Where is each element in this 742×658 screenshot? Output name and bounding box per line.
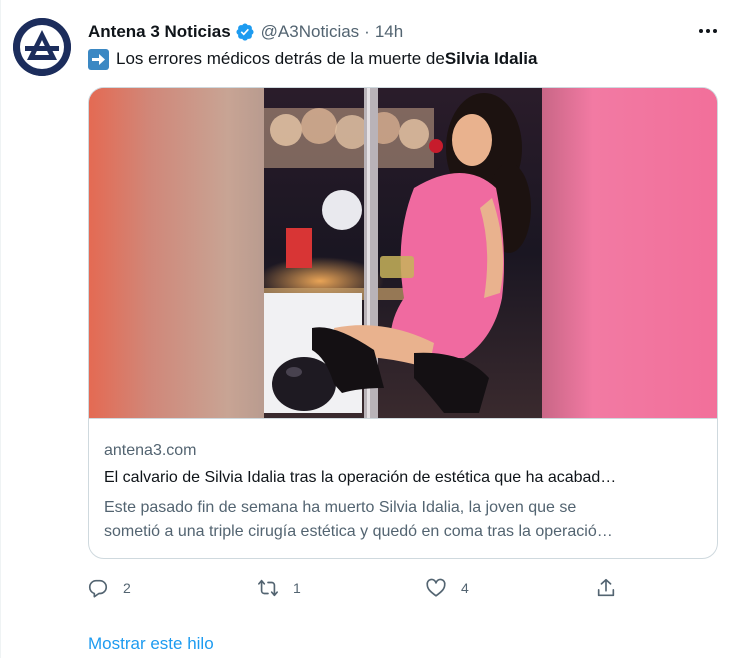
show-thread-link[interactable]: Mostrar este hilo	[88, 634, 214, 654]
card-divider	[89, 418, 717, 419]
tweet-header: Antena 3 Noticias @A3Noticias · 14h	[88, 20, 403, 44]
tweet[interactable]: Antena 3 Noticias @A3Noticias · 14h Los …	[0, 0, 742, 658]
card-title: El calvario de Silvia Idalia tras la ope…	[104, 469, 617, 486]
arrow-right-emoji-icon	[88, 48, 109, 70]
card-description-line-2: sometió a una triple cirugía estética y …	[104, 523, 613, 540]
share-button[interactable]	[595, 574, 617, 602]
antena3-logo-icon	[13, 18, 71, 76]
more-icon	[699, 29, 717, 33]
author-name[interactable]: Antena 3 Noticias	[88, 22, 231, 42]
retweet-count: 1	[293, 580, 301, 596]
tweet-text-bold: Silvia Idalia	[444, 49, 538, 68]
more-options-button[interactable]	[695, 20, 721, 42]
link-card[interactable]: antena3.com El calvario de Silvia Idalia…	[88, 87, 718, 559]
reply-button[interactable]: 2	[87, 574, 131, 602]
tweet-text-prefix: Los errores médicos detrás de la muerte …	[116, 49, 445, 68]
author-handle[interactable]: @A3Noticias	[261, 22, 360, 42]
retweet-icon	[258, 579, 278, 597]
card-domain: antena3.com	[104, 442, 197, 459]
reply-icon	[88, 579, 108, 598]
reply-count: 2	[123, 580, 131, 596]
retweet-button[interactable]: 1	[257, 574, 301, 602]
verified-badge-icon	[236, 23, 254, 41]
card-description: Este pasado fin de semana ha muerto Silv…	[104, 496, 704, 544]
share-icon	[597, 578, 615, 597]
card-photo	[264, 88, 542, 418]
like-count: 4	[461, 580, 469, 596]
avatar[interactable]	[13, 18, 71, 76]
tweet-actions: 2 1 4	[87, 574, 627, 602]
card-image[interactable]	[89, 88, 717, 418]
heart-icon	[426, 578, 446, 597]
card-description-line-1: Este pasado fin de semana ha muerto Silv…	[104, 499, 577, 516]
like-button[interactable]: 4	[425, 574, 469, 602]
tweet-text: Los errores médicos detrás de la muerte …	[88, 48, 537, 70]
separator-dot: ·	[364, 22, 370, 41]
tweet-timestamp[interactable]: 14h	[375, 22, 403, 42]
